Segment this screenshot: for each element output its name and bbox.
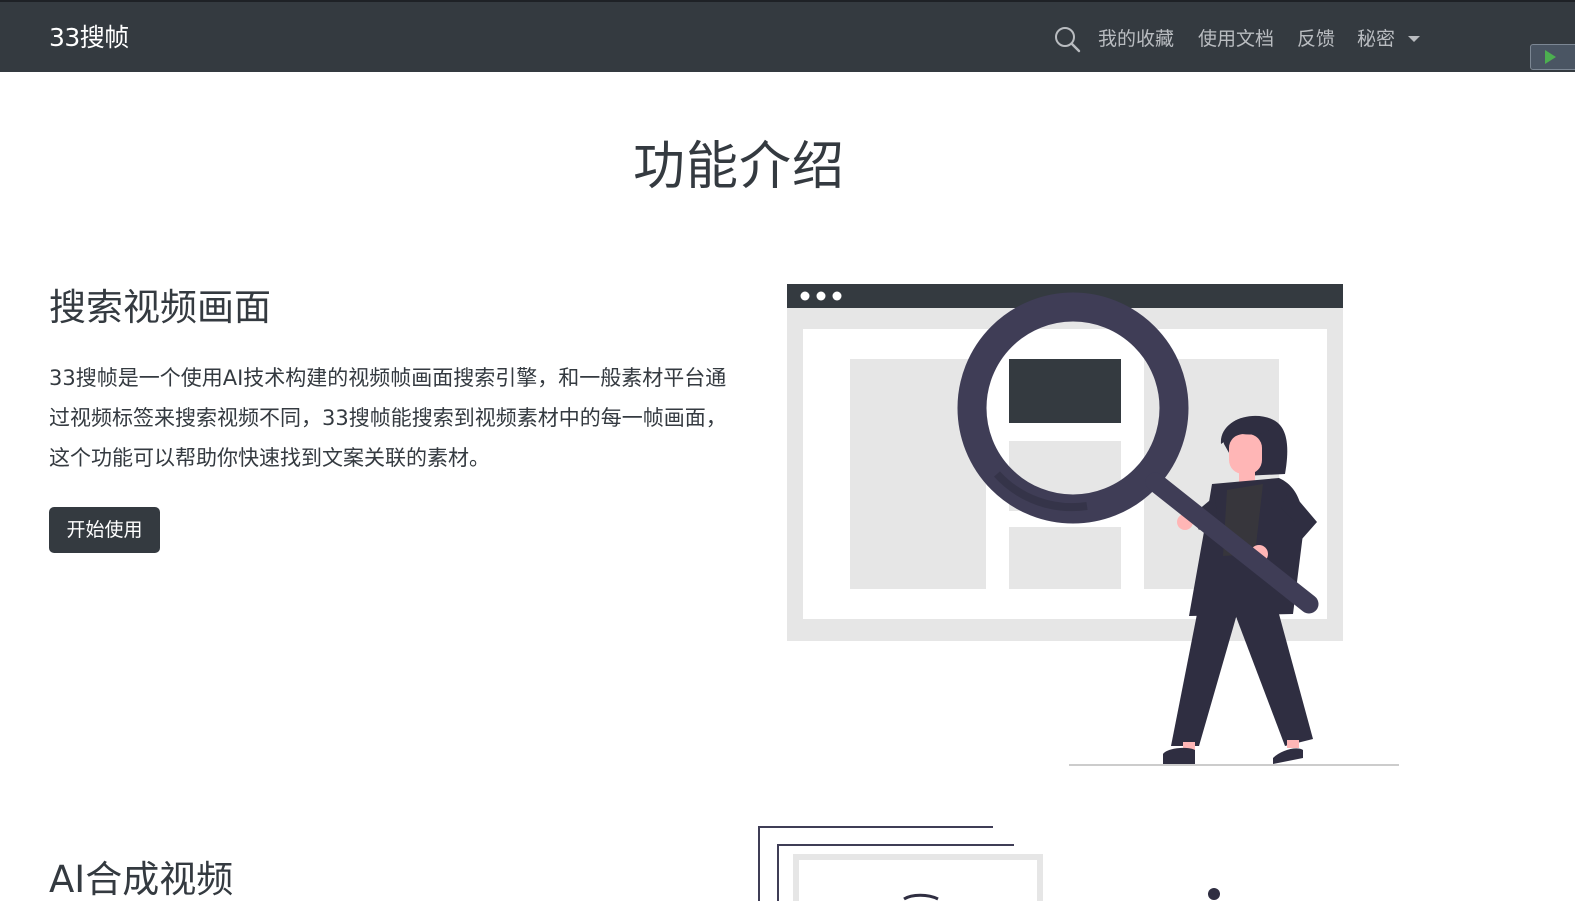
section-title-ai-video: AI合成视频	[49, 858, 234, 901]
play-icon	[1545, 50, 1556, 64]
section-description-search: 33搜帧是一个使用AI技术构建的视频帧画面搜索引擎，和一般素材平台通过视频标签来…	[49, 366, 727, 470]
caret-down-icon[interactable]	[1408, 36, 1420, 42]
magnifying-glass-person-illustration	[787, 284, 1399, 766]
top-navbar: 33搜帧 我的收藏 使用文档 反馈 秘密	[0, 2, 1575, 72]
video-frames-illustration	[758, 826, 1220, 901]
play-widget-icon[interactable]	[1530, 44, 1575, 70]
nav-link-docs[interactable]: 使用文档	[1198, 26, 1274, 52]
nav-link-secret-dropdown[interactable]: 秘密	[1357, 26, 1395, 52]
nav-link-feedback[interactable]: 反馈	[1297, 26, 1335, 52]
section-title-search: 搜索视频画面	[49, 286, 271, 329]
search-icon[interactable]	[1053, 25, 1081, 53]
nav-link-favorites[interactable]: 我的收藏	[1098, 26, 1174, 52]
start-button[interactable]: 开始使用	[49, 507, 160, 553]
page-title: 功能介绍	[632, 137, 845, 197]
brand-logo[interactable]: 33搜帧	[49, 22, 129, 54]
